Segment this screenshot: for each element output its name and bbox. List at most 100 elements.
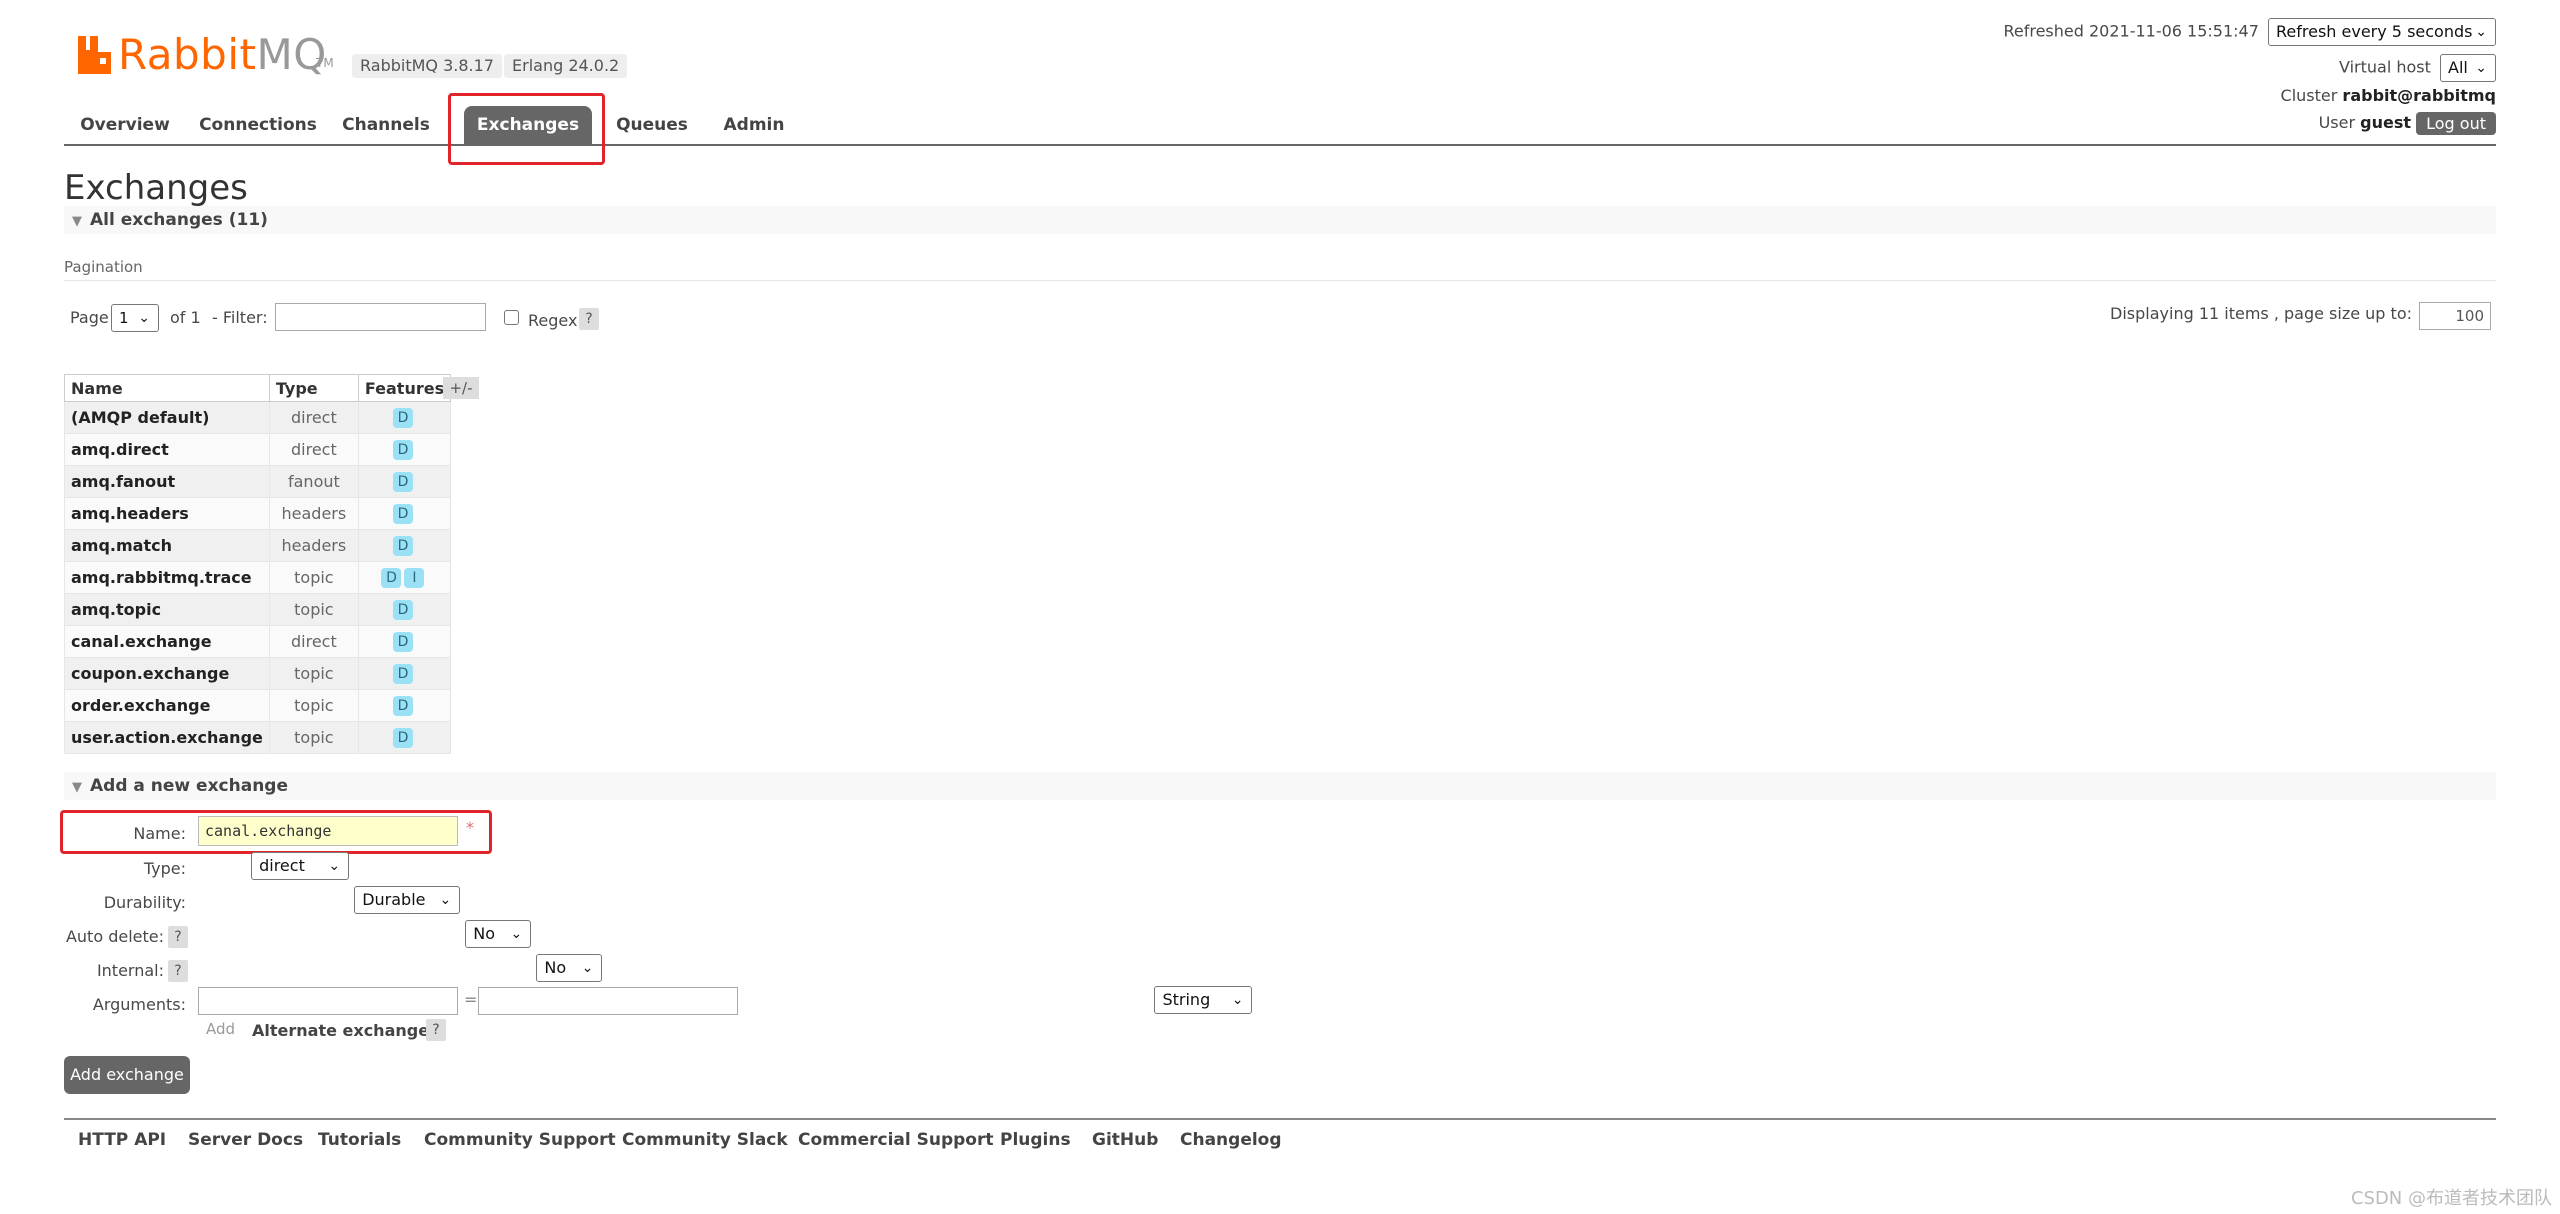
table-row[interactable]: amq.headers headers D	[64, 497, 452, 530]
exchange-type: direct	[268, 401, 359, 434]
tab-connections[interactable]: Connections	[196, 106, 320, 144]
durability-select[interactable]: Durable ⌄	[354, 886, 461, 914]
refreshed-timestamp: Refreshed 2021-11-06 15:51:47	[2003, 21, 2259, 41]
regex-checkbox[interactable]	[504, 310, 519, 325]
exchange-type: headers	[268, 529, 359, 562]
page-select[interactable]: 1 ⌄	[111, 304, 159, 332]
tab-channels[interactable]: Channels	[334, 106, 438, 144]
footer-link-plugins[interactable]: Plugins	[1000, 1130, 1071, 1150]
chevron-down-icon: ⌄	[2475, 24, 2487, 40]
footer-link-http-api[interactable]: HTTP API	[78, 1130, 166, 1150]
exchange-name-link[interactable]: coupon.exchange	[64, 657, 270, 690]
rabbitmq-logo: RabbitMQ TM	[76, 30, 366, 80]
feature-durable-badge: D	[392, 728, 413, 748]
add-argument-link[interactable]: Add	[206, 1020, 235, 1038]
tab-admin[interactable]: Admin	[714, 106, 794, 144]
table-row[interactable]: coupon.exchange topic D	[64, 657, 452, 690]
exchange-features: D	[357, 721, 452, 754]
page-title: Exchanges	[64, 168, 248, 208]
table-row[interactable]: (AMQP default) direct D	[64, 401, 452, 434]
footer-link-server-docs[interactable]: Server Docs	[188, 1130, 303, 1150]
argument-type-select[interactable]: String ⌄	[1154, 986, 1253, 1014]
regex-label: Regex	[528, 311, 578, 330]
logo-text: RabbitMQ	[118, 30, 327, 79]
table-row[interactable]: order.exchange topic D	[64, 689, 452, 722]
exchange-name-link[interactable]: order.exchange	[64, 689, 270, 722]
table-row[interactable]: canal.exchange direct D	[64, 625, 452, 658]
table-header-row: Name Type Features	[64, 374, 452, 402]
exchange-type: fanout	[268, 465, 359, 498]
footer-link-commercial-support[interactable]: Commercial Support	[798, 1130, 994, 1150]
type-select[interactable]: direct ⌄	[251, 852, 350, 880]
highlight-box-name-field	[60, 810, 492, 854]
feature-durable-badge: D	[392, 664, 413, 684]
arguments-label: Arguments:	[92, 995, 186, 1014]
exchange-name-link[interactable]: canal.exchange	[64, 625, 270, 658]
exchange-type: topic	[268, 593, 359, 626]
table-row[interactable]: amq.match headers D	[64, 529, 452, 562]
internal-help-button[interactable]: ?	[168, 960, 188, 982]
add-exchange-section-header[interactable]: ▼ Add a new exchange	[64, 772, 2496, 800]
chevron-down-icon: ⌄	[2475, 60, 2487, 76]
chevron-down-icon: ⌄	[439, 892, 452, 908]
pagination-divider	[64, 280, 2496, 281]
exchange-name-link[interactable]: amq.headers	[64, 497, 270, 530]
vhost-select[interactable]: All ⌄	[2440, 54, 2496, 82]
footer-link-community-slack[interactable]: Community Slack	[622, 1130, 788, 1150]
feature-durable-badge: D	[392, 696, 413, 716]
auto-delete-select[interactable]: No ⌄	[465, 920, 532, 948]
tab-queues[interactable]: Queues	[608, 106, 696, 144]
exchange-name-link[interactable]: amq.fanout	[64, 465, 270, 498]
footer-link-community-support[interactable]: Community Support	[424, 1130, 616, 1150]
collapse-triangle-icon: ▼	[72, 780, 82, 795]
tab-overview[interactable]: Overview	[70, 106, 180, 144]
feature-durable-badge: D	[381, 568, 402, 588]
page-label: Page	[70, 308, 109, 327]
feature-durable-badge: D	[392, 472, 413, 492]
exchange-features: D	[357, 529, 452, 562]
regex-help-button[interactable]: ?	[579, 308, 599, 330]
exchange-features: D	[357, 657, 452, 690]
exchange-features: D	[357, 593, 452, 626]
table-row[interactable]: amq.direct direct D	[64, 433, 452, 466]
page-size-input[interactable]: 100	[2419, 302, 2491, 330]
auto-delete-label: Auto delete:	[65, 927, 164, 946]
exchange-type: direct	[268, 625, 359, 658]
exchange-name-link[interactable]: amq.rabbitmq.trace	[64, 561, 270, 594]
filter-input[interactable]	[275, 303, 486, 331]
footer-link-tutorials[interactable]: Tutorials	[318, 1130, 401, 1150]
column-header-type[interactable]: Type	[268, 374, 359, 402]
alternate-exchange-link[interactable]: Alternate exchange	[252, 1021, 429, 1040]
exchange-name-link[interactable]: (AMQP default)	[64, 401, 270, 434]
auto-delete-help-button[interactable]: ?	[168, 926, 188, 948]
exchange-features: D	[357, 465, 452, 498]
table-row[interactable]: amq.fanout fanout D	[64, 465, 452, 498]
alternate-exchange-help-button[interactable]: ?	[426, 1019, 446, 1041]
vhost-label: Virtual host	[2339, 57, 2431, 77]
table-row[interactable]: amq.topic topic D	[64, 593, 452, 626]
exchange-name-link[interactable]: amq.match	[64, 529, 270, 562]
feature-durable-badge: D	[392, 440, 413, 460]
toggle-columns-button[interactable]: +/-	[443, 377, 479, 399]
internal-select[interactable]: No ⌄	[536, 954, 603, 982]
table-row[interactable]: user.action.exchange topic D	[64, 721, 452, 754]
all-exchanges-section-header[interactable]: ▼ All exchanges (11)	[64, 206, 2496, 234]
feature-durable-badge: D	[392, 632, 413, 652]
exchange-name-link[interactable]: amq.topic	[64, 593, 270, 626]
footer-link-github[interactable]: GitHub	[1092, 1130, 1158, 1150]
argument-value-input[interactable]	[478, 987, 738, 1015]
column-header-features[interactable]: Features	[357, 374, 452, 402]
table-row[interactable]: amq.rabbitmq.trace topic D I	[64, 561, 452, 594]
add-exchange-button[interactable]: Add exchange	[64, 1056, 190, 1094]
feature-internal-badge: I	[404, 568, 425, 588]
refresh-interval-select[interactable]: Refresh every 5 seconds ⌄	[2268, 18, 2496, 46]
durability-label: Durability:	[103, 893, 186, 912]
chevron-down-icon: ⌄	[1231, 992, 1244, 1008]
feature-durable-badge: D	[392, 600, 413, 620]
exchange-type: topic	[268, 689, 359, 722]
footer-link-changelog[interactable]: Changelog	[1180, 1130, 1282, 1150]
exchange-name-link[interactable]: amq.direct	[64, 433, 270, 466]
exchange-name-link[interactable]: user.action.exchange	[64, 721, 270, 754]
column-header-name[interactable]: Name	[64, 374, 270, 402]
argument-key-input[interactable]	[198, 987, 458, 1015]
